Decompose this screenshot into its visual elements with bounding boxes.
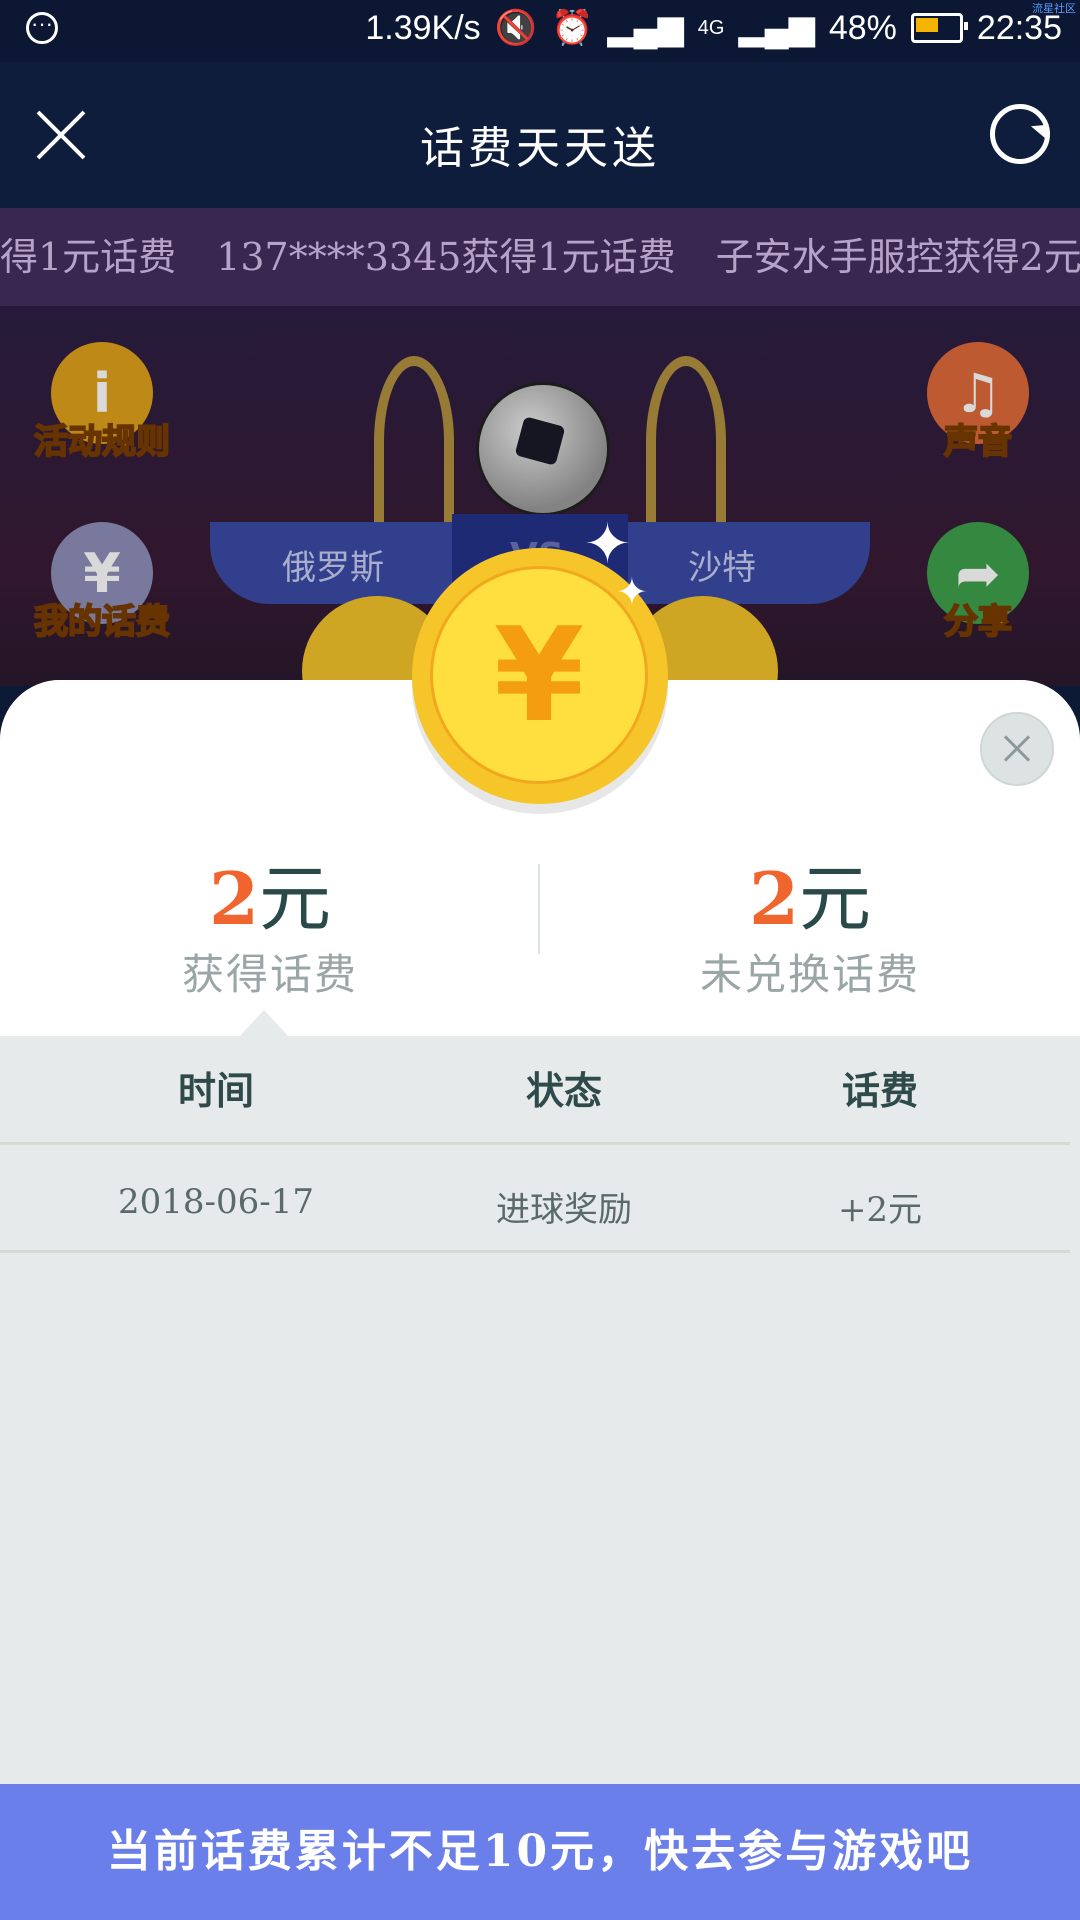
refresh-icon[interactable]: [990, 104, 1050, 164]
column-header-status: 状态: [525, 1068, 602, 1113]
earned-amount: 2元: [0, 840, 540, 945]
signal-icon-2: ▂▄▆: [738, 9, 815, 47]
close-sheet-button[interactable]: [980, 712, 1054, 786]
earned-unit: 元: [259, 857, 332, 941]
column-header-time: 时间: [177, 1068, 254, 1113]
battery-icon: [910, 13, 968, 43]
row-divider: [0, 1250, 1070, 1253]
table-row: 2018-06-17 进球奖励 +2元: [0, 1146, 1080, 1250]
earned-stat: 2元 获得话费: [0, 840, 540, 1002]
signal-icon: ▂▄▆: [607, 9, 684, 47]
sparkle-icon-small: ✦: [616, 570, 648, 614]
row-time: 2018-06-17: [117, 1182, 315, 1222]
tab-pointer: [238, 1010, 290, 1038]
status-bar: 1.39K/s 🔇 ⏰ ▂▄▆ 4G ▂▄▆ 48% 22:35 流星社区: [0, 0, 1080, 62]
ticker-item: 137****3345获得1元话费: [216, 235, 676, 279]
net-speed: 1.39K/s: [365, 8, 481, 47]
unredeemed-unit: 元: [799, 857, 872, 941]
unredeemed-label: 未兑换话费: [699, 950, 920, 999]
sparkle-icon: ✦: [584, 512, 631, 577]
column-header-credit: 话费: [841, 1068, 918, 1113]
credit-sheet: 2元 获得话费 2元 未兑换话费 时间 状态 话费 2018-06-17 进球奖…: [0, 680, 1080, 1920]
message-icon: [26, 11, 58, 44]
ticker-item: 得1元话费: [0, 235, 177, 279]
unredeemed-value: 2: [748, 856, 800, 941]
mute-icon: 🔇: [494, 9, 538, 47]
header-divider: [0, 1142, 1070, 1145]
row-credit: +2元: [837, 1190, 923, 1230]
winner-ticker: 得1元话费 137****3345获得1元话费 子安水手服控获得2元话: [0, 208, 1080, 306]
battery-percent: 48%: [828, 8, 897, 47]
play-game-banner[interactable]: 当前话费累计不足10元，快去参与游戏吧: [0, 1784, 1080, 1920]
status-right: 1.39K/s 🔇 ⏰ ▂▄▆ 4G ▂▄▆ 48% 22:35: [365, 8, 1062, 48]
watermark: 流星社区: [1032, 3, 1076, 15]
row-status: 进球奖励: [496, 1190, 632, 1230]
alarm-icon: ⏰: [551, 9, 594, 47]
nav-bar: 话费天天送: [0, 62, 1080, 208]
ticker-item: 子安水手服控获得2元话: [715, 235, 1080, 279]
earned-label: 获得话费: [181, 950, 358, 999]
page-title: 话费天天送: [420, 123, 660, 174]
unredeemed-stat: 2元 未兑换话费: [540, 840, 1080, 1002]
network-type: 4G: [697, 16, 725, 39]
unredeemed-amount: 2元: [540, 840, 1080, 945]
earned-value: 2: [208, 856, 260, 941]
